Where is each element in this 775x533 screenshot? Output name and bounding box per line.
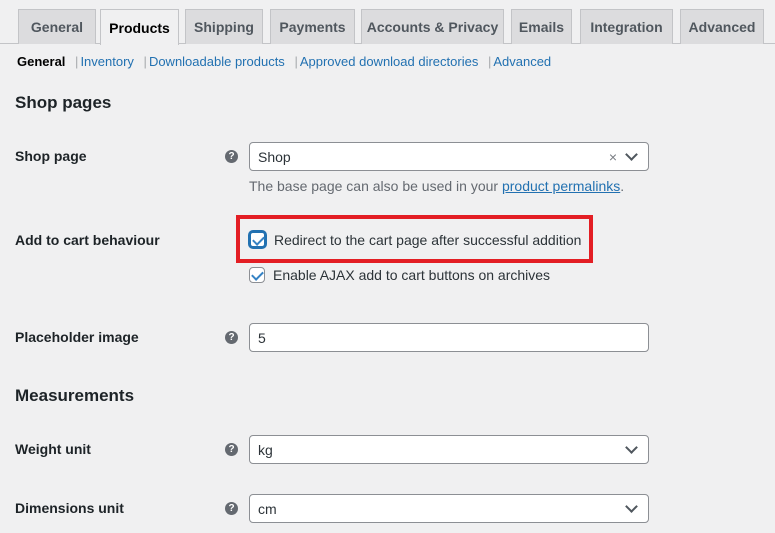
placeholder-image-label: Placeholder image (15, 329, 139, 345)
help-icon[interactable]: ? (225, 331, 238, 344)
placeholder-image-value: 5 (258, 329, 266, 346)
weight-unit-value: kg (258, 441, 273, 458)
redirect-checkbox-label[interactable]: Redirect to the cart page after successf… (274, 232, 581, 248)
tab-advanced[interactable]: Advanced (680, 9, 764, 44)
tab-payments[interactable]: Payments (270, 9, 355, 44)
subnav-separator: | (294, 54, 298, 69)
clear-icon[interactable]: × (609, 149, 617, 165)
ajax-add-to-cart-option[interactable]: Enable AJAX add to cart buttons on archi… (249, 267, 550, 283)
shop-page-label: Shop page (15, 148, 87, 164)
section-subnav: General | Inventory | Downloadable product… (17, 54, 551, 69)
tab-emails[interactable]: Emails (511, 9, 572, 44)
shop-page-value: Shop (258, 148, 291, 165)
help-icon[interactable]: ? (225, 150, 238, 163)
tab-products[interactable]: Products (100, 9, 179, 45)
subnav-inventory[interactable]: Inventory (80, 54, 133, 69)
weight-unit-select[interactable]: kg (249, 435, 649, 464)
placeholder-image-input[interactable]: 5 (249, 323, 649, 352)
dimensions-unit-label: Dimensions unit (15, 500, 124, 516)
weight-unit-label: Weight unit (15, 441, 91, 457)
section-heading-measurements: Measurements (15, 386, 135, 405)
subnav-downloadable-products[interactable]: Downloadable products (149, 54, 285, 69)
help-icon[interactable]: ? (225, 502, 238, 515)
chevron-down-icon[interactable] (625, 147, 638, 161)
description-suffix: . (620, 178, 625, 194)
tab-accounts-privacy[interactable]: Accounts & Privacy (361, 9, 504, 44)
subnav-separator: | (487, 54, 492, 69)
ajax-checkbox[interactable] (249, 267, 265, 283)
subnav-separator: | (75, 54, 79, 69)
help-icon[interactable]: ? (225, 443, 238, 456)
shop-page-description: The base page can also be used in your p… (249, 178, 624, 194)
dimensions-unit-value: cm (258, 500, 277, 517)
description-text: The base page can also be used in your (249, 178, 502, 194)
tab-general[interactable]: General (18, 9, 96, 44)
tab-shipping[interactable]: Shipping (185, 9, 263, 44)
redirect-to-cart-option[interactable]: Redirect to the cart page after successf… (249, 231, 581, 248)
shop-page-select[interactable]: Shop × (249, 142, 649, 171)
subnav-approved-download-directories[interactable]: Approved download directories (300, 54, 479, 69)
subnav-separator: | (143, 54, 147, 69)
tab-integration[interactable]: Integration (580, 9, 673, 44)
product-permalinks-link[interactable]: product permalinks (502, 178, 620, 194)
subnav-general[interactable]: General (17, 54, 65, 69)
chevron-down-icon[interactable] (625, 440, 638, 454)
dimensions-unit-select[interactable]: cm (249, 494, 649, 523)
chevron-down-icon[interactable] (625, 499, 638, 513)
subnav-advanced[interactable]: Advanced (493, 54, 551, 69)
ajax-checkbox-label[interactable]: Enable AJAX add to cart buttons on archi… (273, 267, 550, 283)
settings-tabs: General Products Shipping Payments Accou… (0, 0, 775, 45)
section-heading-shop-pages: Shop pages (15, 93, 112, 112)
add-to-cart-label: Add to cart behaviour (15, 232, 160, 248)
redirect-checkbox[interactable] (249, 231, 266, 248)
